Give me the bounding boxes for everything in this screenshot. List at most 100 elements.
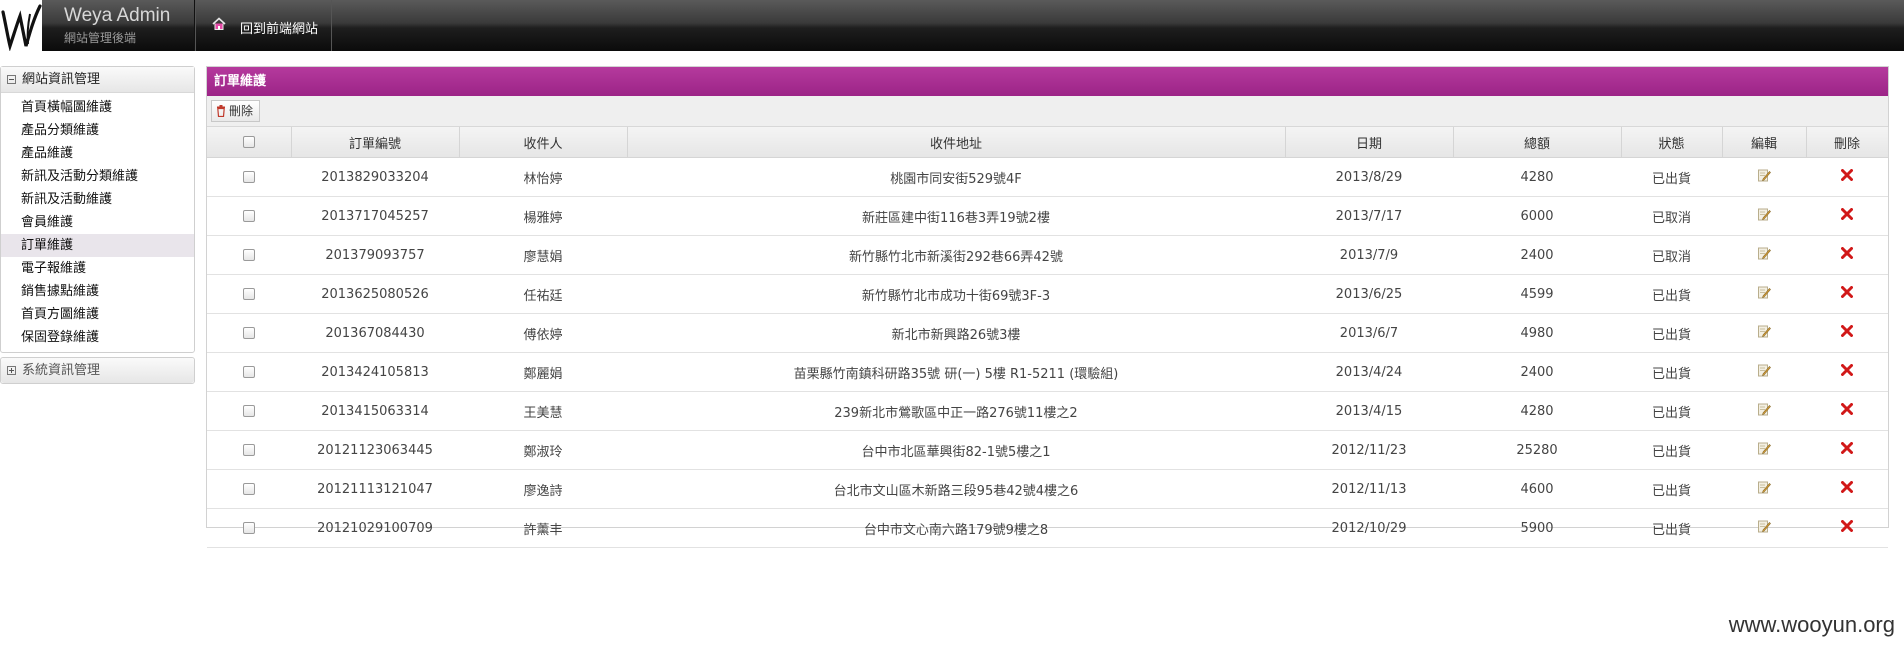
- delete-icon[interactable]: [1841, 403, 1853, 419]
- edit-cell: [1722, 313, 1806, 353]
- row-checkbox[interactable]: [243, 327, 255, 339]
- sidebar-item-warranty[interactable]: 保固登錄維護: [1, 326, 194, 349]
- edit-icon[interactable]: [1757, 519, 1771, 537]
- delete-icon[interactable]: [1841, 286, 1853, 302]
- trash-icon: [217, 105, 225, 117]
- brand: Weya Admin 網站管理後端: [42, 0, 195, 51]
- date-cell: 2013/8/29: [1285, 157, 1453, 197]
- sidebar-item-home-tiles[interactable]: 首頁方圖維護: [1, 303, 194, 326]
- column-header-date[interactable]: 日期: [1285, 127, 1454, 158]
- sidebar-group-system-header[interactable]: 系統資訊管理: [1, 358, 194, 383]
- front-site-link-label: 回到前端網站: [240, 22, 319, 37]
- delete-cell: [1806, 313, 1888, 353]
- delete-cell: [1806, 196, 1888, 236]
- status-cell: 已出貨: [1621, 313, 1722, 353]
- column-header-status[interactable]: 狀態: [1621, 127, 1723, 158]
- column-header-recipient[interactable]: 收件人: [459, 127, 628, 158]
- row-checkbox[interactable]: [243, 210, 255, 222]
- delete-icon[interactable]: [1841, 481, 1853, 497]
- delete-icon[interactable]: [1841, 364, 1853, 380]
- edit-icon[interactable]: [1757, 363, 1771, 381]
- column-header-total[interactable]: 總額: [1453, 127, 1622, 158]
- sidebar-group-system: 系統資訊管理: [0, 357, 195, 384]
- sidebar-item-members[interactable]: 會員維護: [1, 211, 194, 234]
- sidebar-item-orders[interactable]: 訂單維護: [1, 234, 194, 257]
- delete-cell: [1806, 508, 1888, 548]
- delete-cell: [1806, 352, 1888, 392]
- column-header-order-id[interactable]: 訂單編號: [291, 127, 460, 158]
- edit-icon[interactable]: [1757, 324, 1771, 342]
- row-checkbox[interactable]: [243, 444, 255, 456]
- expand-icon[interactable]: [7, 366, 16, 375]
- row-checkbox[interactable]: [243, 249, 255, 261]
- row-select-cell: [207, 391, 291, 431]
- sidebar-group-site-header[interactable]: 網站資訊管理: [1, 67, 194, 93]
- address-cell: 台北市文山區木新路三段95巷42號4樓之6: [627, 469, 1285, 509]
- sidebar-item-product-category[interactable]: 產品分類維護: [1, 119, 194, 142]
- topbar-divider: [331, 0, 332, 51]
- row-select-cell: [207, 352, 291, 392]
- delete-selected-button[interactable]: 刪除: [211, 100, 261, 122]
- total-cell: 2400: [1453, 352, 1621, 392]
- delete-cell: [1806, 391, 1888, 431]
- delete-icon[interactable]: [1841, 169, 1853, 185]
- recipient-cell: 傅依婷: [459, 313, 627, 353]
- logo-mark-icon: [1, 4, 42, 51]
- sidebar-item-products[interactable]: 產品維護: [1, 142, 194, 165]
- table-row: 2013829033204 林怡婷 桃園市同安街529號4F 2013/8/29 428…: [207, 157, 1888, 197]
- edit-icon[interactable]: [1757, 246, 1771, 264]
- delete-icon[interactable]: [1841, 325, 1853, 341]
- address-cell: 台中市北區華興街82-1號5樓之1: [627, 430, 1285, 470]
- sidebar-item-stores[interactable]: 銷售據點維護: [1, 280, 194, 303]
- front-site-link[interactable]: 回到前端網站: [195, 0, 332, 51]
- delete-icon[interactable]: [1841, 520, 1853, 536]
- sidebar-item-news-category[interactable]: 新訊及活動分類維護: [1, 165, 194, 188]
- row-checkbox[interactable]: [243, 522, 255, 534]
- table-row: 2013625080526 任祐廷 新竹縣竹北市成功十街69號3F-3 2013/6/…: [207, 274, 1888, 314]
- row-checkbox[interactable]: [243, 405, 255, 417]
- total-cell: 4600: [1453, 469, 1621, 509]
- order-id-cell: 201367084430: [291, 313, 459, 353]
- edit-icon[interactable]: [1757, 168, 1771, 186]
- table-row: 2013717045257 楊雅婷 新莊區建中街116巷3弄19號2樓 2013/7/…: [207, 196, 1888, 236]
- order-id-cell: 2013424105813: [291, 352, 459, 392]
- order-id-cell: 20121123063445: [291, 430, 459, 470]
- edit-icon[interactable]: [1757, 480, 1771, 498]
- select-all-checkbox[interactable]: [242, 136, 255, 148]
- row-checkbox[interactable]: [243, 483, 255, 495]
- table-row: 2013424105813 鄭麗娟 苗栗縣竹南鎮科研路35號 研(一) 5樓 R1-…: [207, 352, 1888, 392]
- sidebar-item-newsletter[interactable]: 電子報維護: [1, 257, 194, 280]
- collapse-icon[interactable]: [7, 75, 16, 84]
- order-id-cell: 2013415063314: [291, 391, 459, 431]
- total-cell: 25280: [1453, 430, 1621, 470]
- row-checkbox[interactable]: [243, 288, 255, 300]
- table-row: 201367084430 傅依婷 新北市新興路26號3樓 2013/6/7 4980 已出…: [207, 313, 1888, 353]
- delete-icon[interactable]: [1841, 208, 1853, 224]
- total-cell: 4280: [1453, 391, 1621, 431]
- date-cell: 2013/7/17: [1285, 196, 1453, 236]
- delete-icon[interactable]: [1841, 247, 1853, 263]
- logo[interactable]: [0, 0, 42, 51]
- edit-icon[interactable]: [1757, 285, 1771, 303]
- sidebar-item-news[interactable]: 新訊及活動維護: [1, 188, 194, 211]
- sidebar-item-banner[interactable]: 首頁橫幅圖維護: [1, 96, 194, 119]
- date-cell: 2012/11/23: [1285, 430, 1453, 470]
- edit-cell: [1722, 196, 1806, 236]
- status-cell: 已出貨: [1621, 157, 1722, 197]
- edit-icon[interactable]: [1757, 402, 1771, 420]
- column-header-address[interactable]: 收件地址: [627, 127, 1286, 158]
- column-header-edit: 編輯: [1722, 127, 1807, 158]
- date-cell: 2013/4/15: [1285, 391, 1453, 431]
- delete-icon[interactable]: [1841, 442, 1853, 458]
- sidebar-group-label: 網站資訊管理: [22, 72, 101, 87]
- delete-cell: [1806, 430, 1888, 470]
- status-cell: 已出貨: [1621, 352, 1722, 392]
- edit-icon[interactable]: [1757, 207, 1771, 225]
- row-select-cell: [207, 274, 291, 314]
- row-checkbox[interactable]: [243, 171, 255, 183]
- edit-icon[interactable]: [1757, 441, 1771, 459]
- row-checkbox[interactable]: [243, 366, 255, 378]
- sidebar: 網站資訊管理 首頁橫幅圖維護 產品分類維護 產品維護 新訊及活動分類維護 新訊及…: [0, 66, 195, 384]
- panel-title: 訂單維護: [207, 67, 1888, 96]
- select-all-header: [207, 127, 292, 158]
